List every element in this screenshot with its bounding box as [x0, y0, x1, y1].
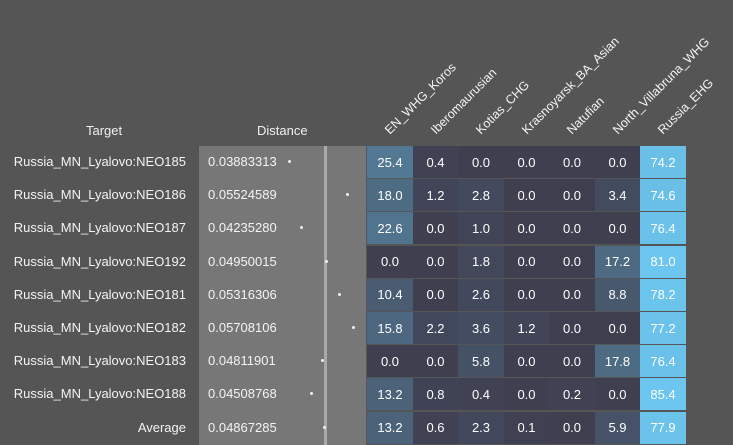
heatmap-cell: 0.0 — [549, 146, 595, 178]
heatmap-cell: 0.1 — [503, 411, 550, 444]
heatmap-cell: 2.2 — [412, 312, 459, 344]
heatmap-cell: 74.6 — [640, 179, 686, 212]
heatmap-cell: 0.0 — [549, 179, 595, 212]
heatmap-cell: 1.2 — [503, 312, 550, 344]
row-label: Russia_MN_Lyalovo:NEO186 — [13, 187, 186, 203]
heatmap-cell: 0.0 — [594, 212, 641, 245]
heatmap-cell: 85.4 — [640, 378, 686, 411]
distance-average-line — [324, 146, 327, 445]
heatmap-cell: 0.0 — [503, 146, 550, 178]
heatmap-cell: 0.0 — [549, 345, 595, 378]
heatmap-cell: 0.0 — [412, 212, 459, 245]
heatmap-cell: 81.0 — [640, 245, 686, 278]
heatmap-cell: 0.0 — [549, 245, 595, 278]
heatmap-cell: 0.0 — [503, 179, 550, 212]
heatmap-cell: 0.2 — [549, 378, 595, 411]
distance-value: 0.04950015 — [208, 253, 277, 269]
heatmap-cell: 76.4 — [640, 212, 686, 245]
heatmap-cell: 0.0 — [367, 345, 413, 378]
heatmap-cell: 0.0 — [549, 411, 595, 444]
heatmap-cell: 0.0 — [549, 212, 595, 245]
heatmap-cell: 17.2 — [594, 245, 641, 278]
distance-dot — [320, 359, 324, 363]
heatmap-cell: 0.4 — [412, 146, 459, 178]
row-label: Russia_MN_Lyalovo:NEO182 — [13, 320, 186, 335]
heatmap-cell: 76.4 — [640, 345, 686, 378]
heatmap-cell: 0.0 — [594, 312, 641, 344]
heatmap-cell: 0.0 — [594, 146, 641, 178]
heatmap-cell: 0.6 — [412, 411, 459, 444]
heatmap-cell: 77.9 — [640, 411, 686, 444]
heatmap-cell: 13.2 — [367, 411, 413, 444]
heatmap-cell: 0.0 — [503, 278, 550, 311]
heatmap-cell: 0.0 — [367, 245, 413, 278]
heatmap-cell: 22.6 — [367, 212, 413, 245]
heatmap-cell: 0.0 — [458, 146, 504, 178]
heatmap-cell: 78.2 — [640, 278, 686, 311]
distance-dot — [345, 193, 349, 197]
row-label: Russia_MN_Lyalovo:NEO188 — [13, 386, 186, 402]
heatmap-cell: 77.2 — [640, 312, 686, 344]
heatmap-cell: 0.0 — [412, 278, 459, 311]
heatmap-cell: 1.0 — [458, 212, 504, 245]
heatmap-cell: 13.2 — [367, 378, 413, 411]
heatmap-cell: 0.0 — [503, 378, 550, 411]
heatmap-cell: 2.3 — [458, 411, 504, 444]
column-header-natufian: Natufian — [564, 94, 607, 137]
heatmap-cell: 3.6 — [458, 312, 504, 344]
row-label: Russia_MN_Lyalovo:NEO187 — [13, 220, 186, 236]
distance-value: 0.04235280 — [208, 220, 277, 236]
distance-value: 0.05708106 — [208, 320, 277, 335]
distance-value: 0.05316306 — [208, 286, 277, 302]
row-label: Average — [137, 419, 186, 435]
heatmap-cell: 2.8 — [458, 179, 504, 212]
heatmap-cell: 17.8 — [594, 345, 641, 378]
distance-dot — [322, 425, 326, 429]
distance-value: 0.04867285 — [208, 419, 277, 435]
heatmap-cell: 2.6 — [458, 278, 504, 311]
heatmap-cell: 0.0 — [594, 378, 641, 411]
distance-value: 0.05524589 — [208, 187, 277, 203]
heatmap-cell: 74.2 — [640, 146, 686, 178]
heatmap-cell: 10.4 — [367, 278, 413, 311]
heatmap-cell: 25.4 — [367, 146, 413, 178]
distance-value: 0.04508768 — [208, 386, 277, 402]
heatmap-cell: 0.4 — [458, 378, 504, 411]
heatmap-cell: 5.8 — [458, 345, 504, 378]
target-header: Target — [86, 123, 123, 138]
heatmap-cell: 15.8 — [367, 312, 413, 344]
distance-dot — [352, 326, 355, 329]
heatmap-cell: 8.8 — [594, 278, 641, 311]
heatmap-cell: 0.0 — [412, 245, 459, 278]
distance-value: 0.04811901 — [208, 353, 276, 369]
row-label: Russia_MN_Lyalovo:NEO192 — [13, 253, 186, 269]
heatmap-cell: 18.0 — [367, 179, 413, 212]
row-label: Russia_MN_Lyalovo:NEO183 — [13, 353, 186, 369]
heatmap-cell: 0.8 — [412, 378, 459, 411]
heatmap-cell: 1.8 — [458, 245, 504, 278]
row-label: Russia_MN_Lyalovo:NEO185 — [13, 154, 186, 169]
heatmap-cell: 0.0 — [503, 212, 550, 245]
heatmap-cell: 0.0 — [412, 345, 459, 378]
row-label: Russia_MN_Lyalovo:NEO181 — [13, 286, 186, 302]
heatmap-cell: 5.9 — [594, 411, 641, 444]
heatmap-cell: 1.2 — [412, 179, 459, 212]
heatmap-cell: 0.0 — [549, 278, 595, 311]
heatmap-cell: 0.0 — [549, 312, 595, 344]
distance-value: 0.03883313 — [208, 154, 277, 169]
heatmap-cell: 0.0 — [503, 345, 550, 378]
heatmap-cell: 3.4 — [594, 179, 641, 212]
heatmap-cell: 0.0 — [503, 245, 550, 278]
distance-dot — [288, 160, 291, 163]
distance-header: Distance — [257, 123, 308, 138]
